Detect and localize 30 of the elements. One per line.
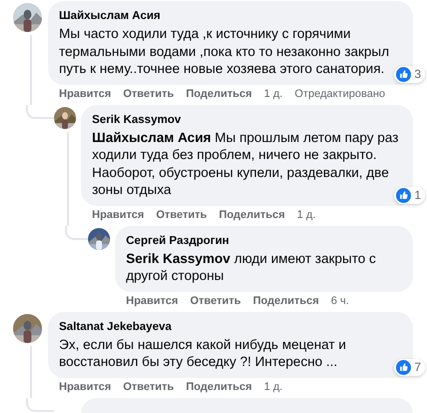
edited-label: Отредактировано bbox=[294, 88, 386, 100]
action-link[interactable]: Ответить bbox=[123, 380, 174, 392]
reaction-count: 7 bbox=[414, 360, 421, 374]
action-link[interactable]: Поделиться bbox=[218, 208, 285, 220]
comment-text: Мы часто ходили туда ,к источнику с горячими термальными водами ,пока кто то незаконно закрыл путь к нему..точнее новые хозяева этого санатория. bbox=[59, 25, 390, 78]
author-name[interactable]: Шайхыслам Асия bbox=[59, 9, 160, 24]
reaction-count: 1 bbox=[414, 188, 421, 202]
reaction-badge[interactable]: 1 bbox=[394, 186, 425, 204]
author-name[interactable]: Сергей Раздрогин bbox=[126, 234, 230, 248]
reaction-badge[interactable]: 3 bbox=[394, 66, 425, 82]
timestamp[interactable]: 6 ч. bbox=[330, 294, 349, 306]
timestamp[interactable]: 1 д. bbox=[264, 88, 283, 100]
action-link[interactable]: Ответить bbox=[156, 208, 207, 220]
action-link[interactable]: Нравится bbox=[92, 208, 144, 220]
comment-text: Serik Kassymov люди имеют закрыто с другой стороны bbox=[126, 250, 377, 284]
action-link[interactable]: Нравится bbox=[126, 294, 178, 306]
author-name[interactable]: Serik Kassymov bbox=[92, 112, 181, 128]
action-link[interactable]: Ответить bbox=[123, 88, 174, 100]
action-link[interactable]: Ответить bbox=[190, 294, 241, 306]
timestamp[interactable]: 1 д. bbox=[264, 380, 283, 392]
reaction-badge[interactable]: 7 bbox=[394, 358, 425, 376]
reaction-count: 3 bbox=[414, 67, 421, 81]
author-name[interactable]: Saltanat Jekebayeva bbox=[59, 320, 172, 334]
action-link[interactable]: Поделиться bbox=[186, 380, 252, 392]
action-link[interactable]: Поделиться bbox=[252, 294, 319, 306]
action-link[interactable]: Поделиться bbox=[186, 88, 252, 100]
comment-text: Эх, если бы нашелся какой нибудь меценат и восстановил бы эту беседку ?! Интересно ... bbox=[59, 336, 348, 370]
timestamp[interactable]: 1 д. bbox=[296, 208, 316, 220]
action-link[interactable]: Нравится bbox=[59, 88, 112, 100]
action-link[interactable]: Нравится bbox=[59, 380, 112, 392]
